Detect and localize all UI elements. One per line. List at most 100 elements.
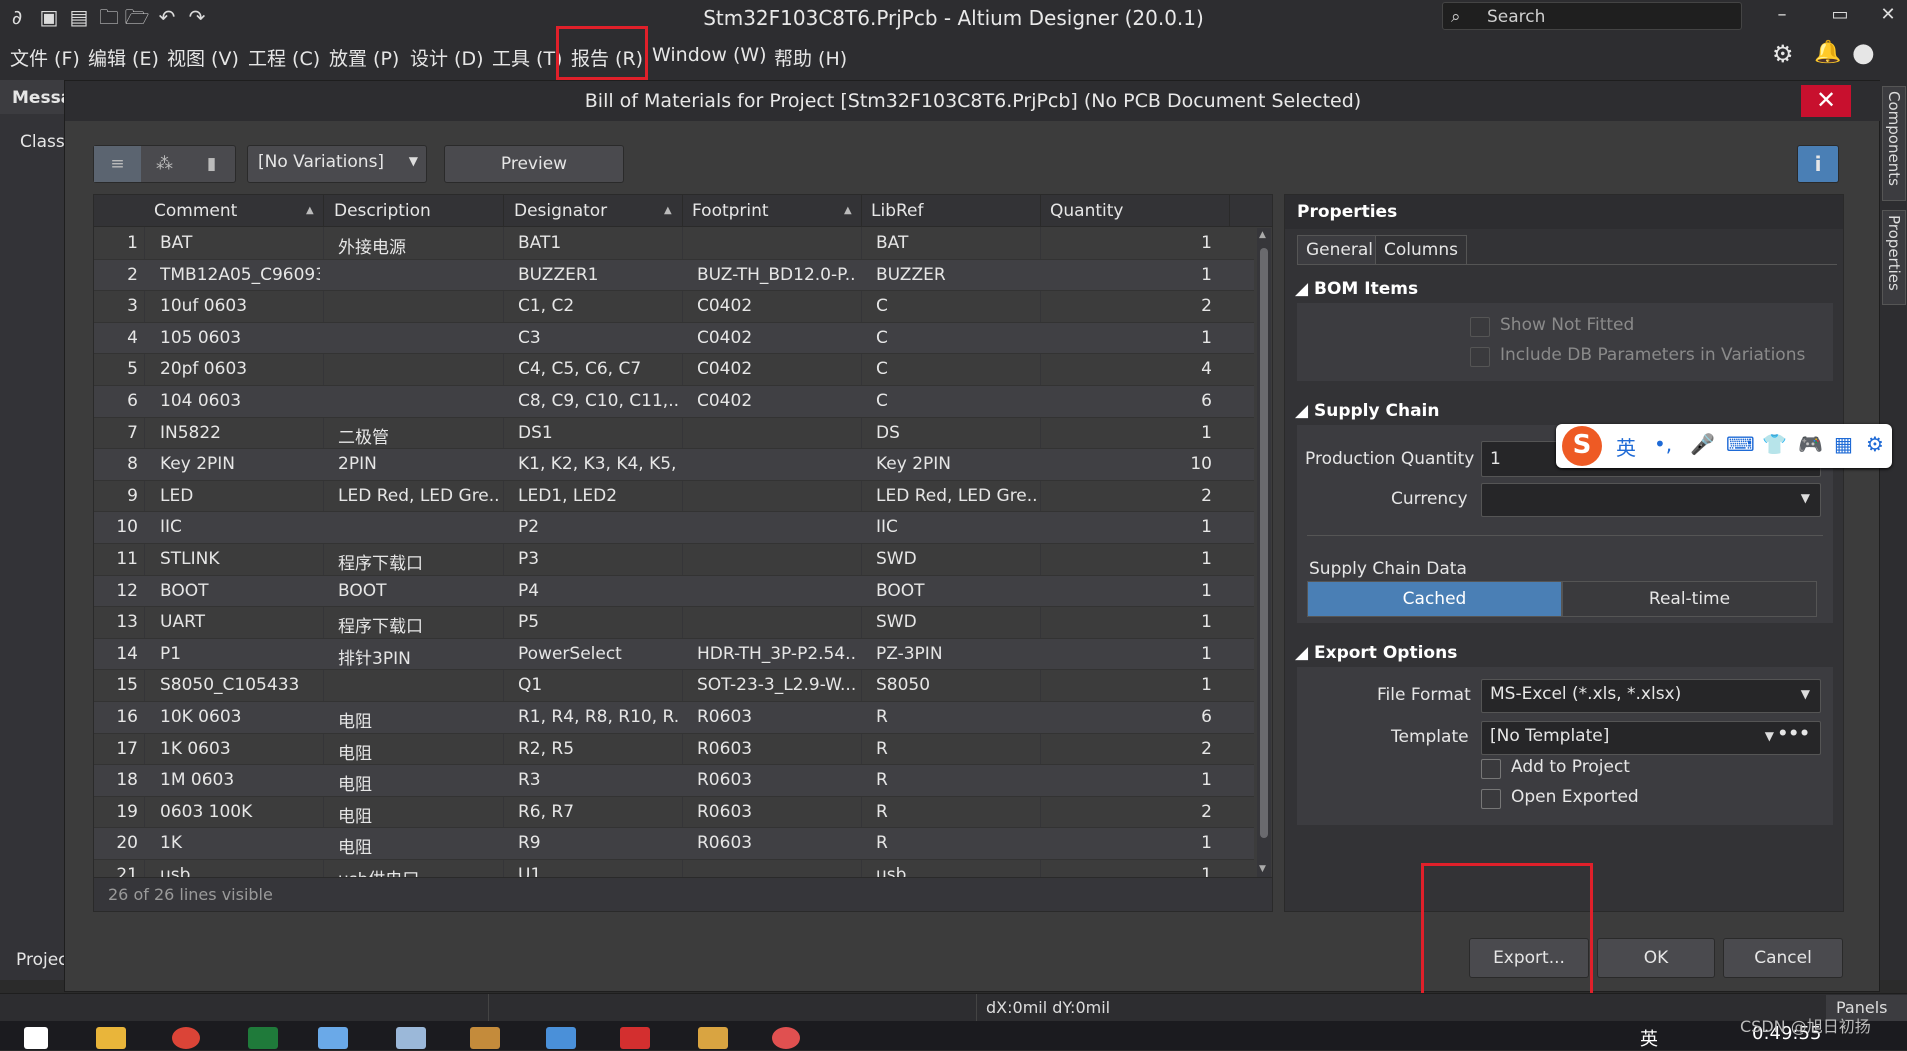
altium-icon[interactable] <box>698 1027 728 1049</box>
menu-design[interactable]: 设计 (D) <box>410 44 484 71</box>
user-account-icon[interactable]: ● <box>1852 38 1875 68</box>
properties-tab[interactable]: Properties <box>1882 210 1906 305</box>
components-tab[interactable]: Components <box>1882 86 1906 201</box>
menu-view[interactable]: 视图 (V) <box>167 44 239 71</box>
paint-icon[interactable] <box>470 1027 500 1049</box>
cell-libref: Key 2PIN <box>876 454 952 475</box>
table-row[interactable]: 1 BAT 外接电源 BAT1 BAT 1 <box>94 228 1254 260</box>
menu-edit[interactable]: 编辑 (E) <box>88 44 159 71</box>
table-row[interactable]: 10 IIC P2 IIC 1 <box>94 512 1254 544</box>
table-row[interactable]: 3 10uf 0603 C1, C2 C0402 C 2 <box>94 291 1254 323</box>
app-icon[interactable] <box>546 1027 576 1049</box>
projects-tab[interactable]: Projec <box>16 950 68 970</box>
excel-icon[interactable] <box>248 1027 278 1049</box>
tab-general[interactable]: General <box>1297 235 1382 265</box>
scroll-thumb[interactable] <box>1260 248 1268 838</box>
ime-lang[interactable]: 英 <box>1616 432 1636 461</box>
menu-place[interactable]: 放置 (P) <box>329 44 399 71</box>
minimize-button[interactable]: – <box>1762 4 1802 25</box>
more-options-icon[interactable]: ••• <box>1777 724 1810 744</box>
skin-icon[interactable]: 👕 <box>1762 432 1787 456</box>
table-row[interactable]: 8 Key 2PIN 2PIN K1, K2, K3, K4, K5,... Key 2… <box>94 449 1254 481</box>
search-input[interactable]: ⌕ Search <box>1442 2 1742 30</box>
table-row[interactable]: 9 LED LED Red, LED Gre... LED1, LED2 LED Red… <box>94 481 1254 513</box>
app-icon[interactable] <box>396 1027 426 1049</box>
wps-icon[interactable] <box>620 1027 650 1049</box>
supply-chain-heading[interactable]: ◢ Supply Chain <box>1295 401 1440 421</box>
table-scrollbar[interactable]: ▲ ▼ <box>1257 228 1271 878</box>
table-row[interactable]: 11 STLINK 程序下载口 P3 SWD 1 <box>94 544 1254 576</box>
table-row[interactable]: 21 usb usb供电口 U1 usb 1 <box>94 860 1254 877</box>
cell-quantity: 2 <box>1201 485 1212 506</box>
include-db-params-checkbox[interactable] <box>1470 347 1490 367</box>
windows-start-icon[interactable] <box>24 1027 48 1049</box>
menu-window[interactable]: Window (W) <box>652 44 767 66</box>
add-to-project-checkbox[interactable] <box>1481 759 1501 779</box>
menu-tools[interactable]: 工具 (T) <box>492 44 562 71</box>
realtime-toggle[interactable]: Real-time <box>1562 581 1817 617</box>
notifications-icon[interactable]: 🔔 <box>1814 40 1841 65</box>
chart-view-icon[interactable]: ▮ <box>188 146 235 182</box>
settings-icon[interactable]: ⚙ <box>1772 40 1794 68</box>
table-row[interactable]: 5 20pf 0603 C4, C5, C6, C7 C0402 C 4 <box>94 354 1254 386</box>
table-row[interactable]: 13 UART 程序下载口 P5 SWD 1 <box>94 607 1254 639</box>
variations-dropdown[interactable]: [No Variations] ▼ <box>247 145 427 183</box>
game-icon[interactable]: 🎮 <box>1798 432 1823 456</box>
keyboard-icon[interactable]: ⌨ <box>1726 432 1755 456</box>
show-not-fitted-checkbox[interactable] <box>1470 317 1490 337</box>
cell-comment: IIC <box>160 517 182 538</box>
table-row[interactable]: 18 1M 0603 电阻 R3 R0603 R 1 <box>94 765 1254 797</box>
table-row[interactable]: 19 0603 100K 电阻 R6, R7 R0603 R 2 <box>94 797 1254 829</box>
cancel-button[interactable]: Cancel <box>1723 938 1843 978</box>
table-row[interactable]: 16 10K 0603 电阻 R1, R4, R8, R10, R... R0603 R 6 <box>94 702 1254 734</box>
cell-comment: 10uf 0603 <box>160 296 248 317</box>
menu-project[interactable]: 工程 (C) <box>248 44 320 71</box>
toolbox-icon[interactable]: ▦ <box>1834 432 1853 456</box>
class-column-header[interactable]: Class <box>20 132 65 152</box>
table-row[interactable]: 15 S8050_C105433 Q1 SOT-23-3_L2.9-W... S8050… <box>94 670 1254 702</box>
cell-libref: BUZZER <box>876 264 946 285</box>
table-row[interactable]: 20 1K 电阻 R9 R0603 R 1 <box>94 828 1254 860</box>
scroll-down-icon[interactable]: ▼ <box>1259 864 1266 874</box>
cell-comment: IN5822 <box>160 422 221 443</box>
cell-comment: P1 <box>160 643 182 664</box>
scroll-up-icon[interactable]: ▲ <box>1259 230 1266 240</box>
menu-file[interactable]: 文件 (F) <box>10 44 80 71</box>
table-row[interactable]: 7 IN5822 二极管 DS1 DS 1 <box>94 418 1254 450</box>
table-row[interactable]: 2 TMB12A05_C96093 BUZZER1 BUZ-TH_BD12.0-P..… <box>94 259 1254 292</box>
table-row[interactable]: 6 104 0603 C8, C9, C10, C11,... C0402 C 6 <box>94 386 1254 418</box>
table-row[interactable]: 17 1K 0603 电阻 R2, R5 R0603 R 2 <box>94 734 1254 766</box>
ok-button[interactable]: OK <box>1597 938 1715 978</box>
ime-settings-icon[interactable]: ⚙ <box>1866 432 1884 456</box>
cell-description: 外接电源 <box>338 238 406 258</box>
template-dropdown[interactable]: [No Template] ▼ ••• <box>1481 721 1821 755</box>
bom-items-heading[interactable]: ◢ BOM Items <box>1295 279 1418 299</box>
preview-button[interactable]: Preview <box>444 145 624 183</box>
menu-help[interactable]: 帮助 (H) <box>774 44 847 71</box>
info-button[interactable]: i <box>1797 145 1839 183</box>
table-row[interactable]: 14 P1 排针3PIN PowerSelect HDR-TH_3P-P2.54... P… <box>94 638 1254 671</box>
microphone-icon[interactable]: 🎤 <box>1690 432 1715 456</box>
list-view-icon[interactable]: ≡ <box>94 146 141 182</box>
table-row[interactable]: 4 105 0603 C3 C0402 C 1 <box>94 322 1254 355</box>
search-icon: ⌕ <box>1451 7 1461 27</box>
ime-punct-icon[interactable]: •, <box>1654 432 1672 456</box>
tree-view-icon[interactable]: ⁂ <box>141 146 188 182</box>
cached-toggle[interactable]: Cached <box>1307 581 1562 617</box>
file-explorer-icon[interactable] <box>96 1027 126 1049</box>
currency-dropdown[interactable]: ▼ <box>1481 483 1821 517</box>
restore-button[interactable]: ▭ <box>1820 4 1860 25</box>
cell-n: 9 <box>127 485 138 506</box>
dialog-close-button[interactable]: ✕ <box>1801 85 1851 117</box>
file-format-dropdown[interactable]: MS-Excel (*.xls, *.xlsx) ▼ <box>1481 679 1821 713</box>
cloud-app-icon[interactable] <box>318 1027 348 1049</box>
open-exported-checkbox[interactable] <box>1481 789 1501 809</box>
chrome-icon[interactable] <box>172 1027 200 1049</box>
ime-toolbar[interactable]: S 英 •, 🎤 ⌨ 👕 🎮 ▦ ⚙ <box>1556 424 1892 468</box>
tab-columns[interactable]: Columns <box>1375 235 1467 265</box>
table-row[interactable]: 12 BOOT BOOT P4 BOOT 1 <box>94 575 1254 608</box>
app-icon[interactable] <box>772 1027 800 1049</box>
close-window-button[interactable]: ✕ <box>1868 4 1907 25</box>
ime-taskbar-lang[interactable]: 英 <box>1640 1025 1658 1051</box>
export-options-heading[interactable]: ◢ Export Options <box>1295 643 1457 663</box>
